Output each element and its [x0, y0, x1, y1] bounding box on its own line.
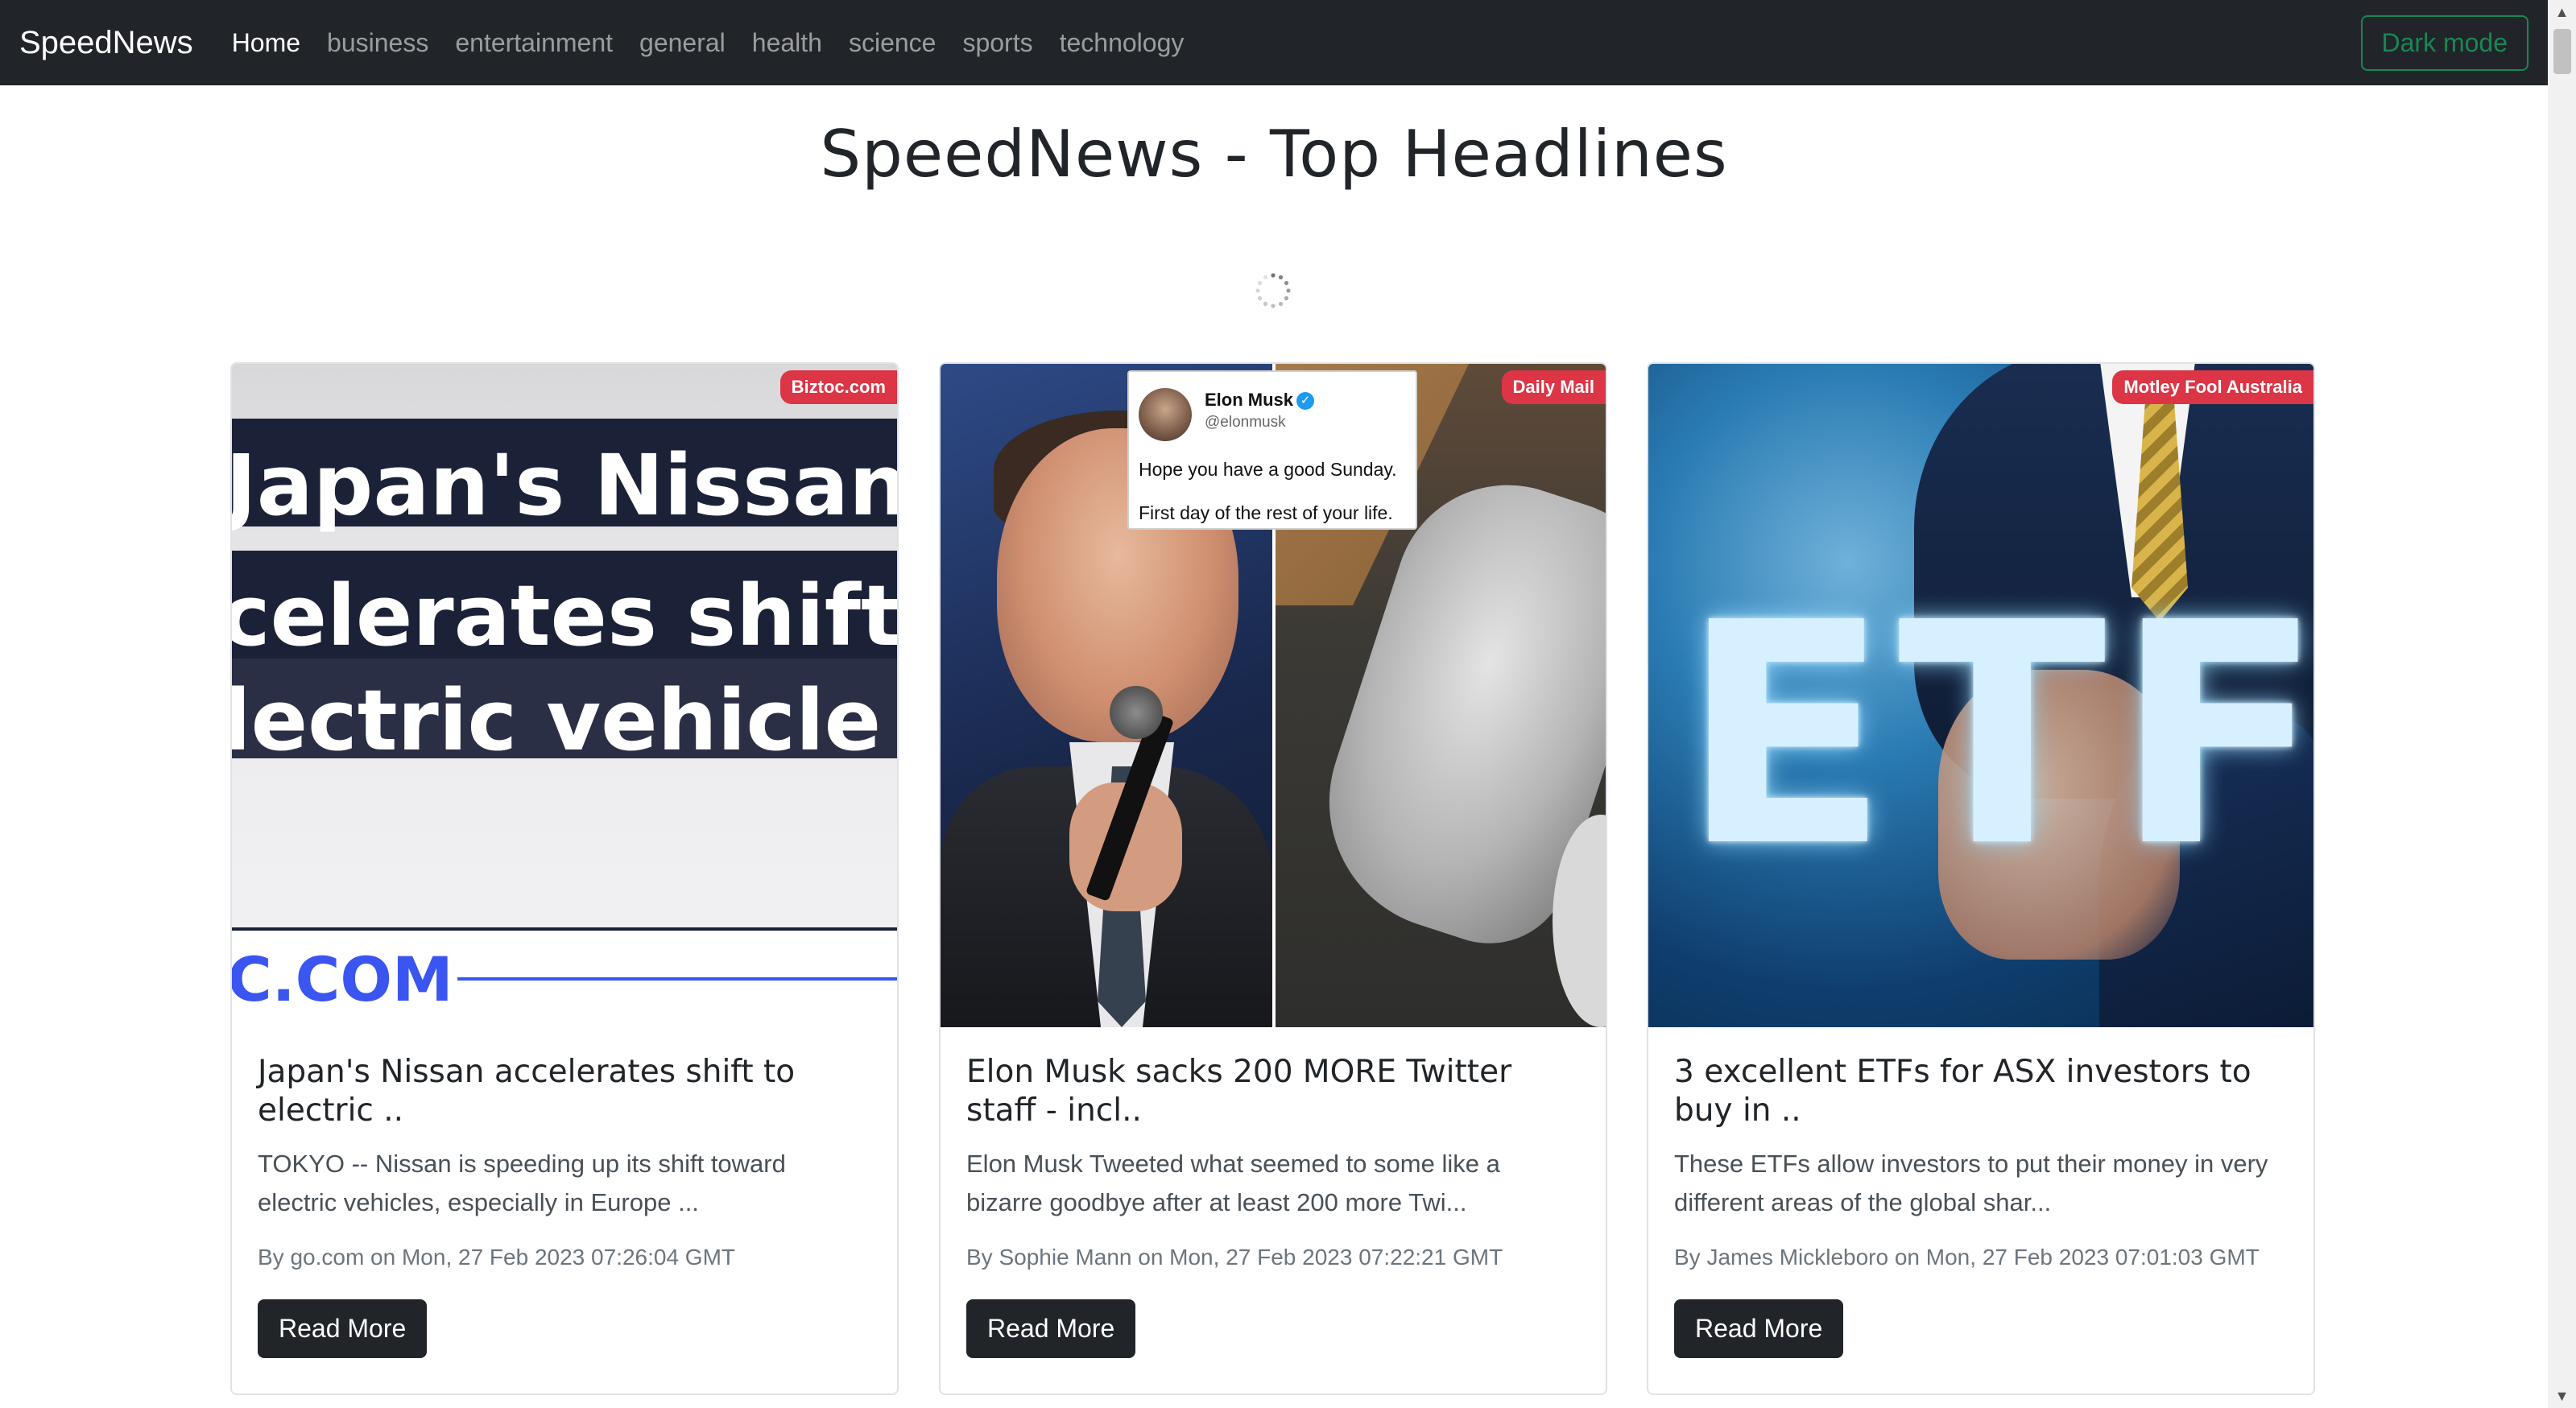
top-navbar: SpeedNews Home business entertainment ge… — [0, 0, 2548, 85]
tweet-text-line-1: Hope you have a good Sunday. — [1139, 459, 1397, 480]
source-badge: Biztoc.com — [779, 370, 897, 404]
page-title: SpeedNews - Top Headlines — [820, 117, 1728, 192]
card-body: 3 excellent ETFs for ASX investors to bu… — [1674, 1053, 2288, 1358]
card-body: Elon Musk sacks 200 MORE Twitter staff -… — [966, 1053, 1580, 1358]
tweet-handle: @elonmusk — [1205, 414, 1286, 431]
news-card-etf: ETF Motley Fool Australia 3 excellent ET… — [1647, 362, 2315, 1395]
avatar — [1139, 388, 1192, 441]
nav-link-home[interactable]: Home — [232, 28, 300, 58]
card-image: ETF — [1648, 364, 2313, 1027]
card-title: Japan's Nissan accelerates shift to elec… — [258, 1054, 796, 1129]
scroll-up-icon[interactable]: ▲ — [2548, 0, 2576, 24]
image-text-line-2: celerates shift — [232, 567, 897, 665]
image-text-line-1: Japan's Nissan — [232, 436, 897, 535]
card-description: TOKYO -- Nissan is speeding up its shift… — [258, 1150, 786, 1216]
source-badge: Daily Mail — [1501, 370, 1606, 404]
nav-link-sports[interactable]: sports — [962, 28, 1032, 58]
nav-link-health[interactable]: health — [752, 28, 822, 58]
card-body: Japan's Nissan accelerates shift to elec… — [258, 1053, 871, 1358]
card-meta: By Sophie Mann on Mon, 27 Feb 2023 07:22… — [966, 1245, 1503, 1270]
card-description: These ETFs allow investors to put their … — [1674, 1150, 2268, 1216]
verified-badge-icon: ✓ — [1296, 392, 1315, 411]
image-text-etf: ETF — [1681, 557, 2313, 914]
read-more-button[interactable]: Read More — [966, 1299, 1136, 1358]
news-card-musk: Elon Musk ✓ @elonmusk Hope you have a goo… — [939, 362, 1607, 1395]
nav-link-business[interactable]: business — [327, 28, 428, 58]
scroll-down-icon[interactable]: ▼ — [2548, 1384, 2576, 1408]
card-description: Elon Musk Tweeted what seemed to some li… — [966, 1150, 1500, 1216]
source-badge: Motley Fool Australia — [2112, 370, 2313, 404]
nav-link-general[interactable]: general — [639, 28, 726, 58]
card-title: Elon Musk sacks 200 MORE Twitter staff -… — [966, 1054, 1512, 1129]
news-card-nissan: Japan's Nissan celerates shift lectric v… — [230, 362, 899, 1395]
tweet-card: Elon Musk ✓ @elonmusk Hope you have a goo… — [1127, 370, 1417, 530]
loading-spinner-icon — [1255, 273, 1291, 308]
tweet-author: Elon Musk ✓ — [1205, 390, 1315, 411]
image-text-domain: C.COM — [232, 943, 453, 1015]
read-more-button[interactable]: Read More — [1674, 1299, 1844, 1358]
card-image: Japan's Nissan celerates shift lectric v… — [232, 364, 897, 1027]
read-more-button[interactable]: Read More — [258, 1299, 428, 1358]
nav-link-technology[interactable]: technology — [1060, 28, 1185, 58]
card-image: Elon Musk ✓ @elonmusk Hope you have a goo… — [941, 364, 1606, 1027]
scroll-thumb[interactable] — [2553, 29, 2571, 74]
page-scrollbar[interactable]: ▲ ▼ — [2548, 0, 2576, 1408]
brand-logo[interactable]: SpeedNews — [19, 25, 193, 61]
nav-links: Home business entertainment general heal… — [232, 28, 1211, 58]
dark-mode-button[interactable]: Dark mode — [2360, 14, 2528, 71]
tweet-text-line-2: First day of the rest of your life. — [1139, 502, 1393, 523]
nav-link-science[interactable]: science — [849, 28, 937, 58]
image-text-line-3: lectric vehicle — [232, 671, 882, 770]
card-meta: By go.com on Mon, 27 Feb 2023 07:26:04 G… — [258, 1245, 736, 1270]
nav-link-entertainment[interactable]: entertainment — [455, 28, 613, 58]
card-title: 3 excellent ETFs for ASX investors to bu… — [1674, 1054, 2251, 1129]
card-meta: By James Mickleboro on Mon, 27 Feb 2023 … — [1674, 1245, 2260, 1270]
